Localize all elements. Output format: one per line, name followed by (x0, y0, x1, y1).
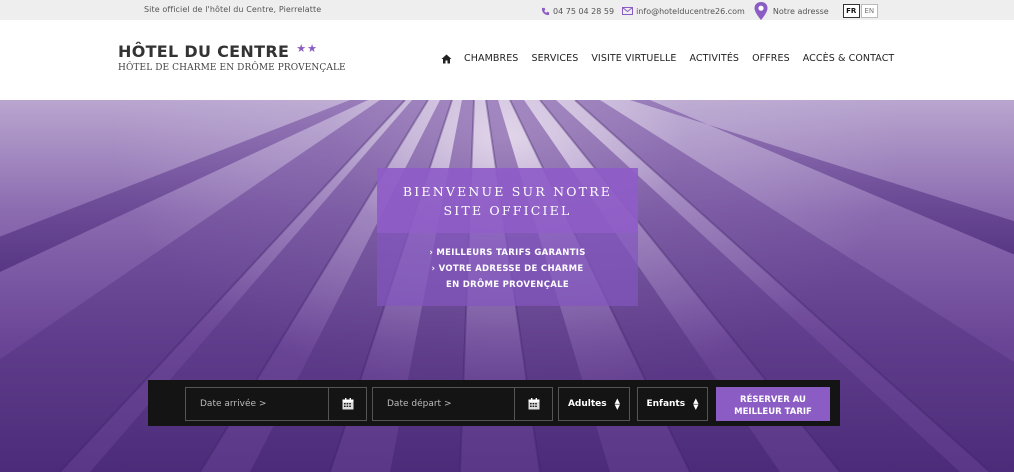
contact-info: 04 75 04 28 59 info@hotelducentre26.com … (541, 1, 878, 21)
email-address: info@hotelducentre26.com (636, 6, 745, 16)
calendar-icon (528, 398, 539, 410)
welcome-line-2: SITE OFFICIEL (443, 202, 572, 218)
address-label: Notre adresse (772, 6, 829, 16)
booking-bar: Date arrivée > Date départ > Adultes ▲ ▼… (148, 380, 840, 426)
map-pin-icon (754, 2, 768, 20)
nav-home[interactable] (441, 54, 452, 64)
arrival-calendar-button[interactable] (328, 388, 366, 420)
arrival-date-placeholder: Date arrivée > (200, 399, 267, 409)
bullet-best-rates: › MEILLEURS TARIFS GARANTIS (429, 248, 586, 258)
hotel-name: HÔTEL DU CENTRE (118, 42, 290, 61)
calendar-icon (342, 398, 353, 410)
select-arrows-icon: ▲ ▼ (693, 397, 699, 411)
language-fr[interactable]: FR (842, 4, 860, 18)
phone-number: 04 75 04 28 59 (553, 6, 615, 16)
bullet-charm-address-cont: EN DRÔME PROVENÇALE (446, 280, 569, 290)
adults-select[interactable]: Adultes ▲ ▼ (558, 387, 630, 421)
phone-link[interactable]: 04 75 04 28 59 (541, 7, 614, 16)
site-header: HÔTEL DU CENTRE ★★ HÔTEL DE CHARME EN DR… (0, 20, 1014, 100)
book-best-rate-button[interactable]: RÉSERVER AU MEILLEUR TARIF (716, 387, 830, 421)
welcome-bullets: › MEILLEURS TARIFS GARANTIS › VOTRE ADRE… (377, 233, 638, 306)
welcome-line-1: BIENVENUE SUR NOTRE (402, 183, 613, 199)
email-link[interactable]: info@hotelducentre26.com (622, 7, 745, 16)
home-icon (441, 54, 452, 63)
welcome-heading: BIENVENUE SUR NOTRE SITE OFFICIEL (377, 168, 638, 233)
hotel-subtitle: HÔTEL DE CHARME EN DRÔME PROVENÇALE (118, 63, 346, 73)
nav-chambres[interactable]: CHAMBRES (464, 53, 518, 64)
children-select[interactable]: Enfants ▲ ▼ (637, 387, 708, 421)
nav-offres[interactable]: OFFRES (752, 53, 790, 64)
mail-icon (622, 7, 634, 15)
top-bar: Site officiel de l'hôtel du Centre, Pier… (0, 0, 1014, 20)
main-nav: CHAMBRES SERVICES VISITE VIRTUELLE ACTIV… (441, 53, 894, 64)
nav-services[interactable]: SERVICES (531, 53, 578, 64)
departure-date-field[interactable]: Date départ > (372, 387, 553, 421)
hotel-stars: ★★ (296, 42, 318, 55)
address-link[interactable]: Notre adresse (753, 1, 829, 21)
welcome-panel: BIENVENUE SUR NOTRE SITE OFFICIEL › MEIL… (377, 168, 638, 306)
arrival-date-field[interactable]: Date arrivée > (185, 387, 367, 421)
language-en[interactable]: EN (860, 4, 878, 18)
departure-date-placeholder: Date départ > (387, 399, 452, 409)
site-tagline: Site officiel de l'hôtel du Centre, Pier… (144, 5, 322, 14)
children-label: Enfants (646, 399, 686, 409)
select-arrows-icon: ▲ ▼ (614, 397, 621, 411)
phone-icon (541, 7, 550, 15)
book-button-line-2: MEILLEUR TARIF (734, 407, 812, 417)
departure-calendar-button[interactable] (514, 388, 552, 420)
nav-acces-contact[interactable]: ACCÈS & CONTACT (803, 53, 895, 64)
book-button-line-1: RÉSERVER AU (740, 395, 806, 405)
adults-label: Adultes (567, 399, 607, 409)
bullet-charm-address: › VOTRE ADRESSE DE CHARME (431, 264, 584, 274)
brand-logo[interactable]: HÔTEL DU CENTRE ★★ HÔTEL DE CHARME EN DR… (118, 42, 346, 73)
language-switcher: FR EN (842, 4, 878, 18)
nav-activites[interactable]: ACTIVITÉS (689, 53, 739, 64)
nav-visite-virtuelle[interactable]: VISITE VIRTUELLE (591, 53, 676, 64)
